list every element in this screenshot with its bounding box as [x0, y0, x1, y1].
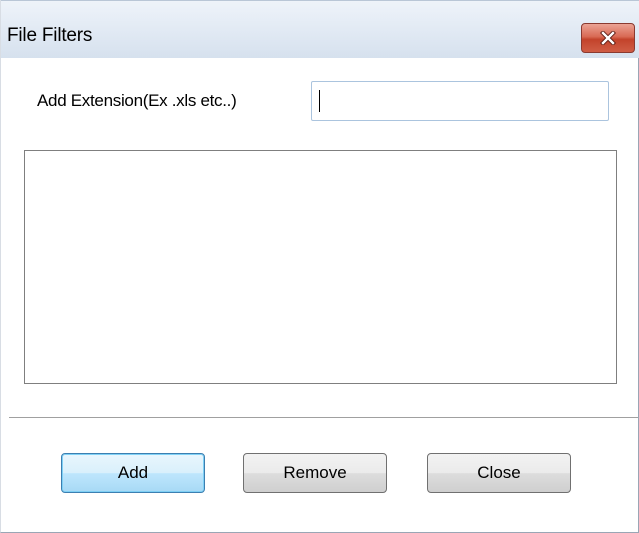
- file-filters-dialog: File Filters Add Extension(Ex .xls etc..…: [0, 0, 639, 533]
- add-button[interactable]: Add: [61, 453, 205, 493]
- window-close-button[interactable]: [581, 23, 635, 53]
- extension-input[interactable]: [311, 81, 609, 121]
- filters-listbox[interactable]: [24, 150, 617, 384]
- close-button[interactable]: Close: [427, 453, 571, 493]
- title-bar[interactable]: File Filters: [1, 0, 639, 58]
- add-extension-label: Add Extension(Ex .xls etc..): [37, 91, 237, 110]
- close-x-icon: [600, 31, 616, 45]
- text-caret: [319, 90, 320, 112]
- separator-line: [9, 417, 638, 419]
- window-title: File Filters: [7, 25, 93, 46]
- remove-button[interactable]: Remove: [243, 453, 387, 493]
